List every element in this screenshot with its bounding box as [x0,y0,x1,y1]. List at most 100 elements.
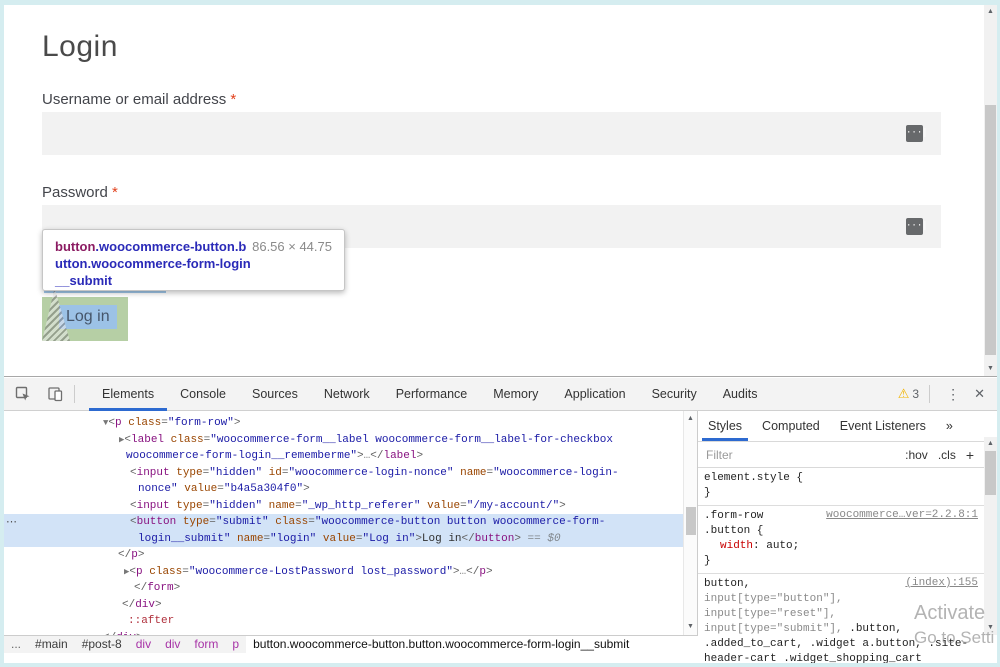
toolbar-divider [929,385,930,403]
page-title: Login [42,30,118,64]
inspect-element-icon[interactable] [10,382,36,406]
browser-viewport: Login Username or email address * ···| P… [4,5,997,663]
tab-audits[interactable]: Audits [710,378,771,411]
required-asterisk: * [230,91,236,108]
scroll-down-icon[interactable]: ▼ [984,363,997,375]
login-page: Login Username or email address * ···| P… [4,5,997,376]
stylesheet-link[interactable]: (index):155 [905,577,978,589]
style-rule-form-row-button[interactable]: woocommerce…ver=2.2.8:1 .form-row.button… [698,506,984,574]
more-menu-icon[interactable]: ⋮ [936,386,970,403]
device-toolbar-icon[interactable] [42,382,68,406]
tab-security[interactable]: Security [639,378,710,411]
code-line[interactable]: <button type="submit" class="woocommerce… [4,514,683,531]
screen-frame: Login Username or email address * ···| P… [0,0,1000,667]
required-asterisk: * [112,184,118,201]
breadcrumb-item[interactable]: button.woocommerce-button.button.woocomm… [246,636,698,653]
breadcrumb-item[interactable]: #post-8 [75,636,129,653]
scroll-up-icon[interactable]: ▲ [984,438,997,450]
dom-code: ▼<p class="form-row">▶<label class="wooc… [4,415,683,635]
inspect-tooltip: button.woocommerce-button.b utton.woocom… [42,229,345,291]
toolbar-right-cluster: ⚠3 ⋮ ✕ [898,378,997,411]
toggle-class-button[interactable]: .cls [938,448,956,462]
code-line[interactable]: </div> [4,597,683,614]
tab-memory[interactable]: Memory [480,378,551,411]
code-line[interactable]: login__submit" name="login" value="Log i… [4,531,683,548]
code-line[interactable]: ▶<p class="woocommerce-LostPassword lost… [4,564,683,581]
code-line[interactable]: input[type="button"], [704,592,978,607]
code-line[interactable]: width: auto; [704,539,978,554]
console-warnings[interactable]: ⚠3 [898,386,919,402]
styles-scrollbar[interactable]: ▲ ▼ [984,437,997,635]
code-line[interactable]: .added_to_cart, .widget a.button, .site- [704,637,978,652]
tab-performance[interactable]: Performance [383,378,481,411]
tooltip-dimensions: 86.56 × 44.75 [252,239,332,254]
devtools-toolbar: ElementsConsoleSourcesNetworkPerformance… [4,378,997,411]
elements-scrollbar[interactable]: ▲ ▼ [683,411,697,635]
username-input[interactable]: ···| [42,112,941,155]
breadcrumb-item[interactable]: #main [28,636,75,653]
tooltip-tag: button [55,239,95,254]
code-line[interactable]: input[type="submit"], .button, [704,622,978,637]
style-rule-element[interactable]: element.style {} [698,468,984,506]
code-line[interactable]: ▶<label class="woocommerce-form__label w… [4,432,683,449]
breadcrumb-item[interactable]: ... [4,636,28,653]
devtools-panel: ElementsConsoleSourcesNetworkPerformance… [4,376,997,663]
warning-count: 3 [912,387,919,401]
tab-sources[interactable]: Sources [239,378,311,411]
username-label: Username or email address * [42,91,236,108]
code-line[interactable]: nonce" value="b4a5a304f0"> [4,481,683,498]
code-line[interactable]: </form> [4,580,683,597]
breadcrumb-item[interactable]: form [187,636,225,653]
styles-filter-input[interactable] [698,448,828,462]
styles-filter-row: :hov .cls + [698,442,984,468]
sidebar-tabs: StylesComputedEvent Listeners» [698,411,984,442]
breadcrumb-item[interactable]: p [225,636,246,653]
tab-network[interactable]: Network [311,378,383,411]
styles-scrollbar-thumb[interactable] [985,451,996,495]
code-line[interactable]: } [704,554,978,569]
tab-console[interactable]: Console [167,378,239,411]
elements-scrollbar-thumb[interactable] [686,507,696,535]
toggle-hover-state-button[interactable]: :hov [905,448,928,462]
elements-tree[interactable]: ▼<p class="form-row">▶<label class="wooc… [4,411,683,635]
devtools-tabs: ElementsConsoleSourcesNetworkPerformance… [89,378,770,411]
warning-icon: ⚠ [898,386,910,402]
code-line[interactable]: </p> [4,547,683,564]
password-label: Password * [42,184,118,201]
tab-event-listeners[interactable]: Event Listeners [830,411,936,441]
scroll-down-icon[interactable]: ▼ [984,622,997,634]
login-button-label: Log in [59,305,117,329]
input-reveal-icon[interactable]: ···| [906,218,923,235]
stylesheet-link[interactable]: woocommerce…ver=2.2.8:1 [826,509,978,521]
breadcrumb-item[interactable]: div [158,636,187,653]
tab--[interactable]: » [936,411,963,441]
tab-styles[interactable]: Styles [698,411,752,441]
code-line[interactable]: <input type="hidden" name="_wp_http_refe… [4,498,683,515]
page-scrollbar-thumb[interactable] [985,105,996,355]
scroll-up-icon[interactable]: ▲ [684,413,697,425]
input-reveal-icon[interactable]: ···| [906,125,923,142]
tab-computed[interactable]: Computed [752,411,830,441]
code-line[interactable]: } [704,486,978,501]
code-line[interactable]: input[type="reset"], [704,607,978,622]
tab-elements[interactable]: Elements [89,378,167,411]
new-style-rule-button[interactable]: + [966,447,974,463]
code-line[interactable]: element.style { [704,471,978,486]
code-line[interactable]: header-cart .widget_shopping_cart [704,652,978,663]
close-devtools-icon[interactable]: ✕ [970,386,997,402]
selected-node-menu-icon[interactable]: ⋯ [6,515,16,528]
code-line[interactable]: .button { [704,524,978,539]
page-scrollbar[interactable]: ▲ ▼ [984,5,997,376]
scroll-up-icon[interactable]: ▲ [984,6,997,18]
breadcrumb-item[interactable]: div [129,636,158,653]
code-line[interactable]: ▼<p class="form-row"> [4,415,683,432]
code-line[interactable]: woocommerce-form-login__rememberme">…</l… [4,448,683,465]
style-rule-buttons[interactable]: (index):155 button,input[type="button"],… [698,574,984,663]
code-line[interactable]: <input type="hidden" id="woocommerce-log… [4,465,683,482]
code-line[interactable]: ::after [4,613,683,630]
toolbar-divider [74,385,75,403]
scroll-down-icon[interactable]: ▼ [684,621,697,633]
tab-application[interactable]: Application [551,378,638,411]
styles-sidebar: StylesComputedEvent Listeners» :hov .cls… [698,411,984,663]
breadcrumb: ...#main#post-8divdivformpbutton.woocomm… [4,635,698,653]
